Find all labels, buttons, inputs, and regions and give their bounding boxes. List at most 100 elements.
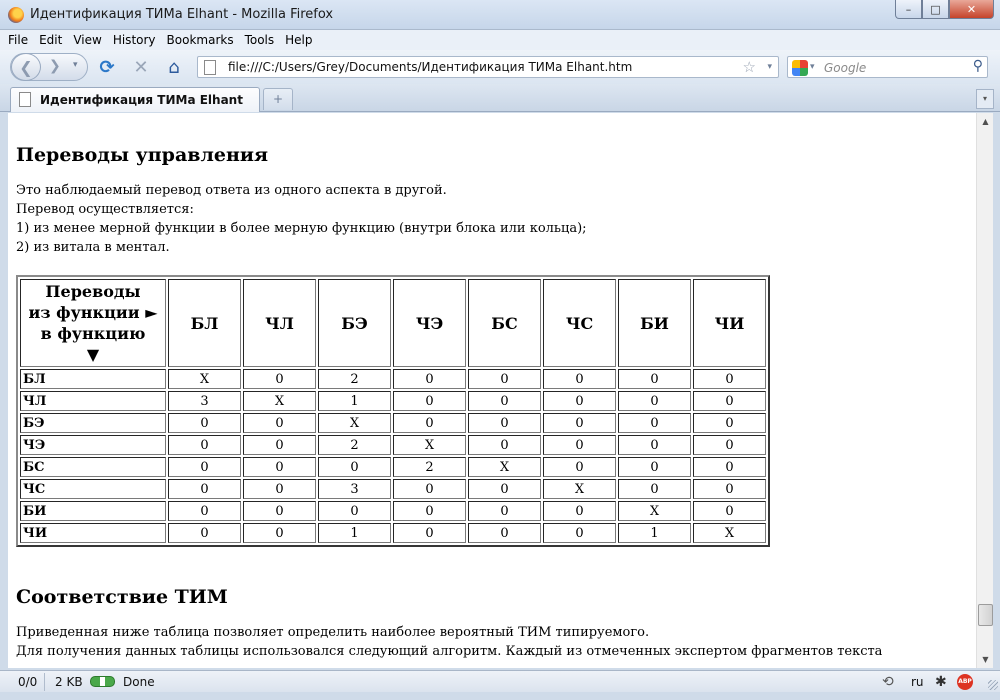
search-input[interactable]: Google <box>824 61 866 75</box>
table-cell: 1 <box>618 523 691 543</box>
table-cell: 0 <box>543 435 616 455</box>
window-titlebar: Идентификация ТИМа Elhant - Mozilla Fire… <box>0 0 1000 30</box>
menu-view[interactable]: View <box>73 33 101 47</box>
table-header-row: Переводы из функции ► в функцию ▼ БЛ ЧЛ … <box>20 279 766 367</box>
table-cell: 0 <box>243 501 316 521</box>
table-cell: 0 <box>168 457 241 477</box>
close-button[interactable]: ✕ <box>949 0 994 19</box>
stop-icon[interactable]: ✕ <box>130 57 152 78</box>
table-cell: 0 <box>168 523 241 543</box>
row-header: БЛ <box>20 369 166 389</box>
outro-text: Приведенная ниже таблица позволяет опред… <box>16 623 976 661</box>
address-input[interactable]: file:///C:/Users/Grey/Documents/Идентифи… <box>228 60 632 74</box>
table-cell: 0 <box>393 479 466 499</box>
table-cell: 0 <box>543 501 616 521</box>
scroll-down-icon[interactable]: ▼ <box>977 651 994 668</box>
table-row: БС 0 0 0 2 X 0 0 0 <box>20 457 766 477</box>
menu-edit[interactable]: Edit <box>39 33 62 47</box>
back-arrow-icon: ❮ <box>19 57 33 77</box>
menu-file[interactable]: File <box>8 33 28 47</box>
scroll-up-icon[interactable]: ▲ <box>977 113 994 130</box>
table-cell: 0 <box>543 369 616 389</box>
table-cell: 0 <box>693 457 766 477</box>
table-cell: X <box>543 479 616 499</box>
row-header: ЧИ <box>20 523 166 543</box>
resize-grip-icon[interactable] <box>988 680 998 690</box>
minimize-button[interactable]: – <box>895 0 922 19</box>
table-cell: 0 <box>543 391 616 411</box>
column-header: ЧЭ <box>393 279 466 367</box>
intro-line: Это наблюдаемый перевод ответа из одного… <box>16 183 447 198</box>
status-size: 2 KB <box>55 675 83 689</box>
status-bar: 0/0 2 KB Done ⟲ ru ✱ ABP <box>0 670 1000 692</box>
table-cell: 0 <box>243 369 316 389</box>
page-icon <box>19 92 31 107</box>
scrollbar-thumb[interactable] <box>978 604 993 626</box>
table-cell: 0 <box>618 435 691 455</box>
firefox-icon <box>8 7 24 23</box>
locale-indicator[interactable]: ru <box>911 675 924 689</box>
table-row: БЭ 0 0 X 0 0 0 0 0 <box>20 413 766 433</box>
table-row: ЧИ 0 0 1 0 0 0 1 X <box>20 523 766 543</box>
new-tab-button[interactable]: + <box>263 88 293 110</box>
reload-icon[interactable]: ⟳ <box>96 57 118 78</box>
table-cell: 2 <box>393 457 466 477</box>
row-header: ЧС <box>20 479 166 499</box>
sync-icon[interactable]: ⟲ <box>882 674 894 690</box>
table-cell: 0 <box>468 413 541 433</box>
table-cell: 3 <box>168 391 241 411</box>
table-cell: X <box>468 457 541 477</box>
table-cell: 0 <box>318 501 391 521</box>
address-bar[interactable]: file:///C:/Users/Grey/Documents/Идентифи… <box>197 56 779 78</box>
column-header: ЧС <box>543 279 616 367</box>
table-cell: 0 <box>693 479 766 499</box>
menu-help[interactable]: Help <box>285 33 312 47</box>
table-cell: 0 <box>468 369 541 389</box>
table-cell: 0 <box>168 413 241 433</box>
vertical-scrollbar[interactable]: ▲ ▼ <box>976 113 993 668</box>
row-header: БС <box>20 457 166 477</box>
column-header: ЧЛ <box>243 279 316 367</box>
table-cell: X <box>318 413 391 433</box>
row-header: ЧЭ <box>20 435 166 455</box>
menu-tools[interactable]: Tools <box>245 33 275 47</box>
back-button[interactable]: ❮ <box>11 53 41 81</box>
table-cell: 0 <box>543 413 616 433</box>
tab-strip: Идентификация ТИМа Elhant + ▾ <box>0 84 1000 112</box>
maximize-button[interactable]: □ <box>922 0 949 19</box>
bookmark-star-icon[interactable]: ☆ <box>743 58 756 76</box>
search-icon[interactable]: ⚲ <box>973 58 983 74</box>
table-cell: X <box>693 523 766 543</box>
table-row: ЧС 0 0 3 0 0 X 0 0 <box>20 479 766 499</box>
google-icon[interactable] <box>792 60 808 76</box>
bug-icon[interactable]: ✱ <box>935 674 947 690</box>
table-cell: 0 <box>468 523 541 543</box>
history-dropdown-icon[interactable]: ▾ <box>73 60 78 70</box>
url-dropdown-icon[interactable]: ▾ <box>767 62 772 72</box>
home-icon[interactable]: ⌂ <box>163 57 185 78</box>
table-row: БИ 0 0 0 0 0 0 X 0 <box>20 501 766 521</box>
menu-history[interactable]: History <box>113 33 156 47</box>
tab-label: Идентификация ТИМа Elhant <box>40 93 243 107</box>
table-cell: X <box>393 435 466 455</box>
page-content: Переводы управления Это наблюдаемый пере… <box>8 113 976 668</box>
connection-icon <box>90 676 115 687</box>
table-cell: 0 <box>618 457 691 477</box>
column-header: БС <box>468 279 541 367</box>
menu-bookmarks[interactable]: Bookmarks <box>167 33 234 47</box>
forward-button[interactable]: ❯ <box>49 58 61 74</box>
table-cell: 0 <box>618 479 691 499</box>
search-bar[interactable]: ▾ Google ⚲ <box>787 56 988 78</box>
heading-tim-match: Соответствие ТИМ <box>16 586 228 608</box>
tab-list-button[interactable]: ▾ <box>976 89 994 109</box>
row-header: БЭ <box>20 413 166 433</box>
adblock-icon[interactable]: ABP <box>957 674 973 690</box>
table-cell: 0 <box>543 457 616 477</box>
table-cell: 2 <box>318 435 391 455</box>
table-cell: X <box>168 369 241 389</box>
tab-active[interactable]: Идентификация ТИМа Elhant <box>10 87 260 112</box>
table-cell: 0 <box>618 391 691 411</box>
table-cell: 0 <box>393 369 466 389</box>
table-cell: 0 <box>618 369 691 389</box>
search-engine-dropdown-icon[interactable]: ▾ <box>810 62 815 72</box>
